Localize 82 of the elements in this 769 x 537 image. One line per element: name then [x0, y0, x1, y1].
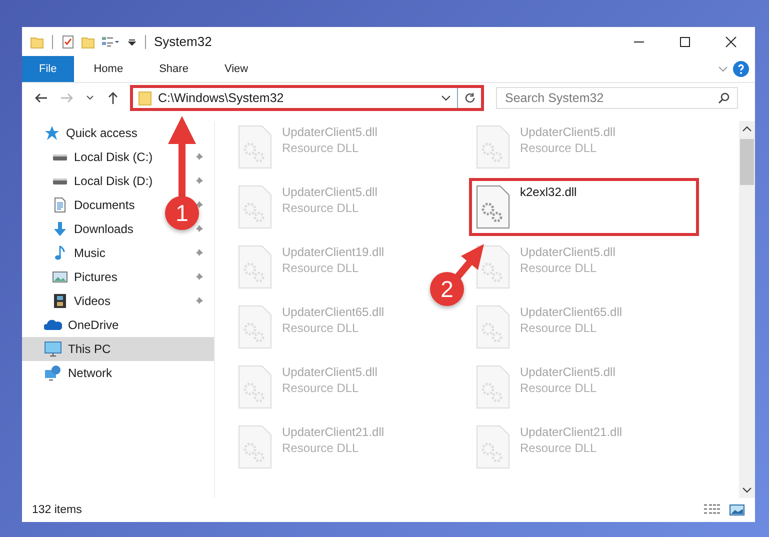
address-bar[interactable]: C:\Windows\System32 — [134, 89, 480, 107]
file-name: UpdaterClient5.dll — [520, 125, 616, 139]
help-icon[interactable] — [733, 61, 749, 77]
file-name: UpdaterClient5.dll — [520, 245, 616, 259]
file-name: UpdaterClient5.dll — [282, 365, 378, 379]
gear-file-icon — [238, 365, 272, 409]
sidebar-item[interactable]: Quick access — [22, 121, 214, 145]
file-type: Resource DLL — [520, 261, 598, 275]
ribbon-tab[interactable]: View — [208, 56, 264, 82]
drive-icon — [52, 178, 68, 184]
maximize-icon[interactable] — [679, 36, 691, 48]
cloud-icon — [44, 318, 62, 332]
file-type: Resource DLL — [520, 441, 598, 455]
star-icon — [44, 125, 60, 141]
sidebar-item[interactable]: Network — [22, 361, 214, 385]
gear-file-icon — [238, 305, 272, 349]
back-arrow-icon[interactable] — [34, 91, 48, 105]
up-arrow-icon[interactable] — [106, 91, 120, 105]
properties-icon[interactable] — [101, 34, 121, 48]
file-type: Resource DLL — [282, 441, 360, 455]
film-strip-icon — [52, 293, 68, 309]
file-name: UpdaterClient5.dll — [282, 185, 378, 199]
caret-icon[interactable] — [441, 94, 451, 102]
search-field[interactable]: Search System32 — [496, 87, 738, 109]
gear-file-icon — [476, 425, 510, 469]
file-type: Resource DLL — [282, 381, 360, 395]
monitor-icon — [44, 341, 62, 357]
sidebar-item[interactable]: OneDrive — [22, 313, 214, 337]
file-type: Resource DLL — [520, 141, 598, 155]
sidebar-item[interactable]: Downloads — [52, 221, 134, 237]
gear-file-icon — [476, 125, 510, 169]
file-name: UpdaterClient19.dll — [282, 245, 384, 259]
file-name: UpdaterClient21.dll — [282, 425, 384, 439]
gear-file-icon — [476, 305, 510, 349]
file-type: Resource DLL — [520, 381, 598, 395]
gear-file-icon — [238, 125, 272, 169]
item-count: 132 items — [32, 504, 82, 516]
landscape-image-icon — [52, 269, 68, 285]
search-icon — [718, 92, 730, 104]
file-tile[interactable]: k2exl32.dll — [469, 178, 699, 236]
sidebar-item[interactable]: Documents — [52, 197, 135, 213]
gear-file-icon — [476, 365, 510, 409]
checklist-icon[interactable] — [61, 34, 75, 48]
drive-icon — [52, 154, 68, 160]
ribbon-tab[interactable]: Share — [143, 56, 204, 82]
file-type: Resource DLL — [282, 321, 360, 335]
sidebar-item[interactable]: Videos — [52, 293, 110, 309]
file-type: Resource DLL — [282, 141, 360, 155]
file-name: k2exl32.dll — [520, 185, 577, 199]
gear-file-icon — [238, 425, 272, 469]
file-name: UpdaterClient65.dll — [520, 305, 622, 319]
scroll-up-icon[interactable] — [742, 125, 752, 133]
address-path: C:\Windows\System32 — [158, 91, 285, 105]
file-name: UpdaterClient5.dll — [282, 125, 378, 139]
file-type: Resource DLL — [282, 201, 360, 215]
gear-file-icon — [238, 185, 272, 229]
file-name: UpdaterClient5.dll — [520, 365, 616, 379]
sidebar-item[interactable]: Music — [52, 245, 106, 261]
scroll-down-icon[interactable] — [742, 486, 752, 494]
gear-file-icon — [476, 185, 510, 229]
file-name: UpdaterClient21.dll — [520, 425, 622, 439]
document-icon — [52, 197, 68, 213]
gear-file-icon — [476, 245, 510, 289]
ribbon-tab[interactable]: Home — [78, 56, 140, 82]
folder-icon — [138, 90, 152, 106]
scrollbar[interactable] — [739, 121, 755, 498]
file-type: Resource DLL — [282, 261, 360, 275]
sidebar-item[interactable]: Local Disk (D:) — [52, 174, 153, 188]
caret-icon[interactable] — [86, 94, 94, 102]
gear-file-icon — [238, 245, 272, 289]
file-type: Resource DLL — [520, 321, 598, 335]
close-icon[interactable] — [725, 36, 737, 48]
window-title: System32 — [154, 34, 212, 49]
sidebar-item[interactable]: Local Disk (C:) — [52, 150, 153, 164]
scroll-thumb[interactable] — [740, 139, 754, 185]
download-arrow-icon — [52, 221, 68, 237]
file-name: UpdaterClient65.dll — [282, 305, 384, 319]
large-icons-view-icon[interactable] — [729, 503, 745, 517]
sidebar-item[interactable]: Pictures — [52, 269, 118, 285]
ribbon-tab[interactable]: File — [22, 56, 74, 82]
refresh-icon[interactable] — [464, 92, 476, 104]
sidebar-item[interactable]: This PC — [22, 337, 214, 361]
